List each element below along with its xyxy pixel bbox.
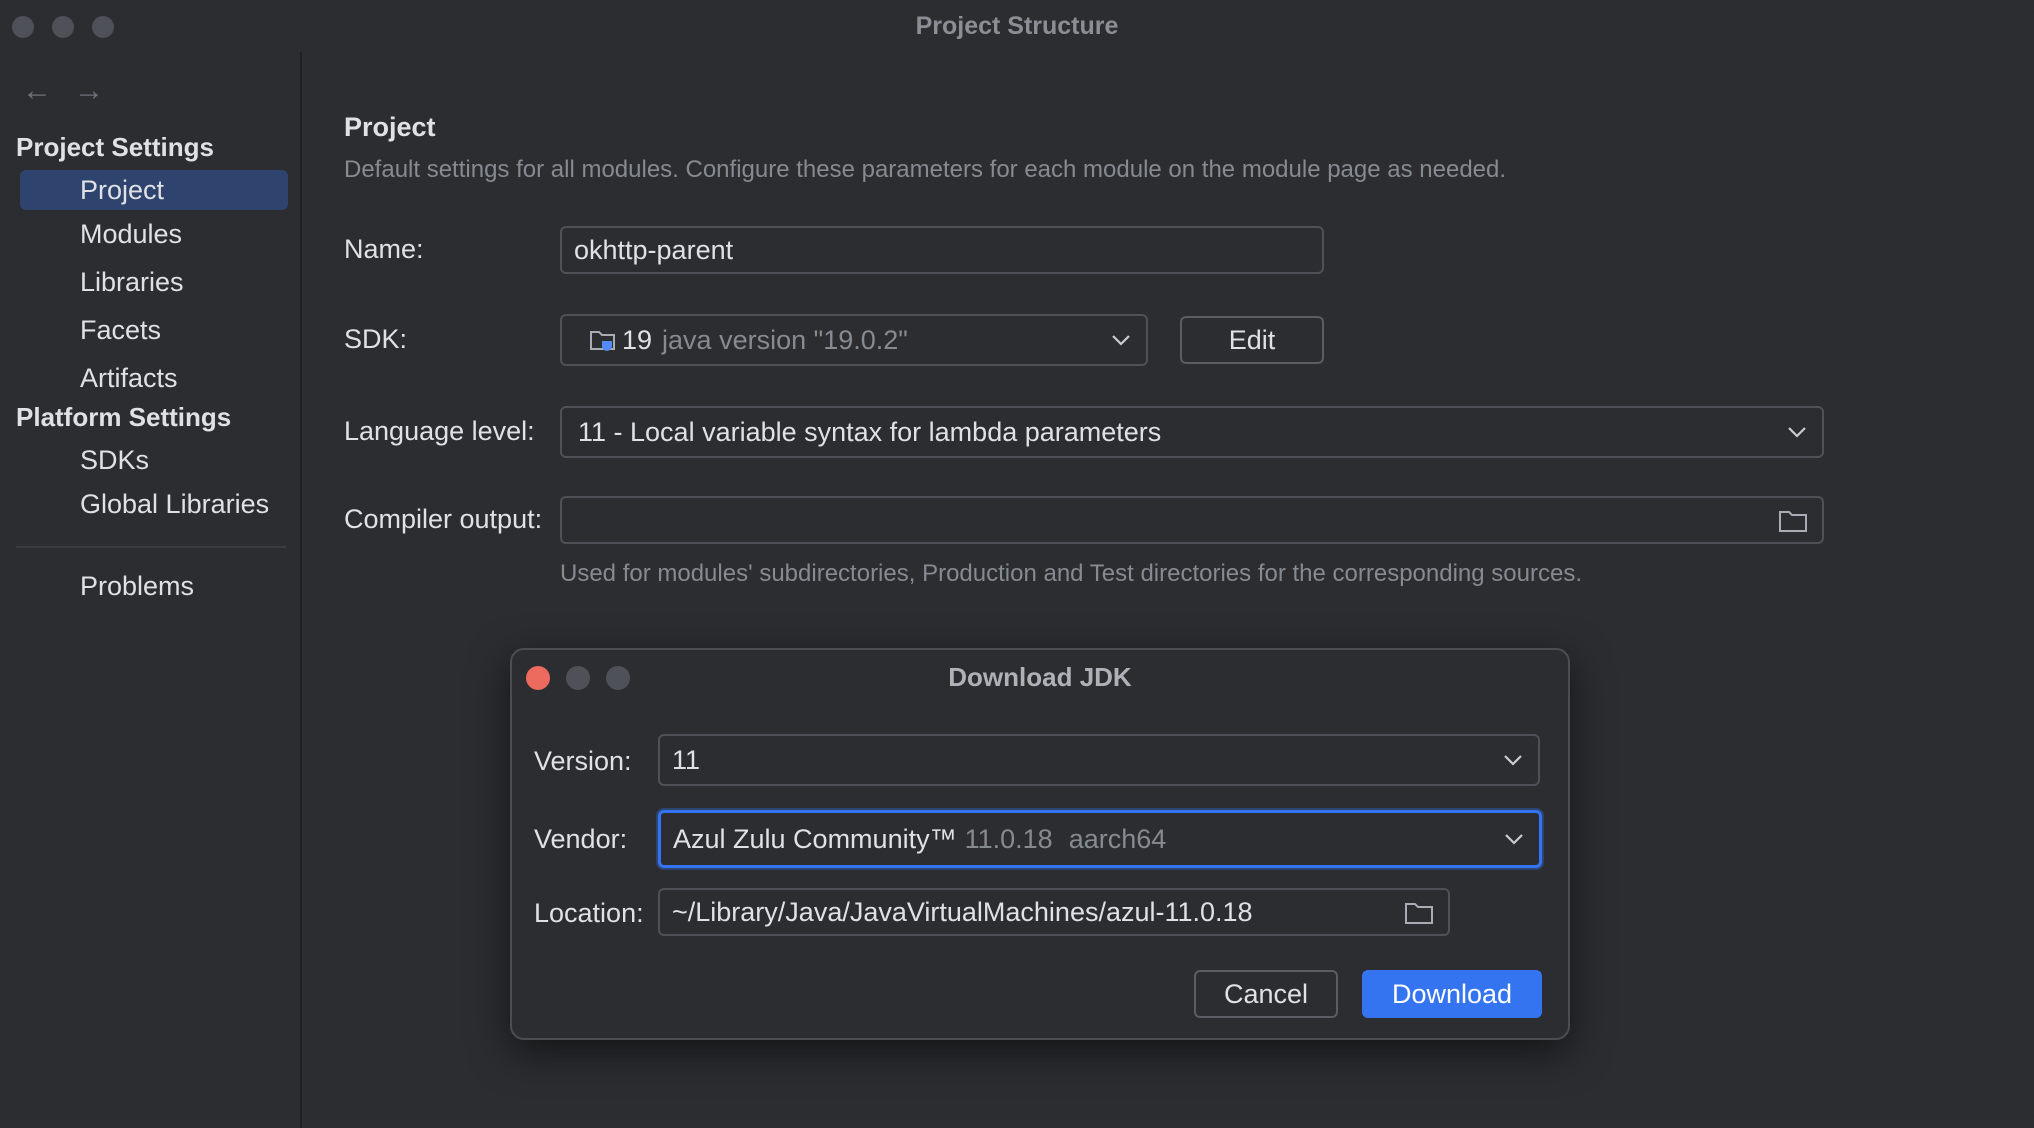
window-title: Project Structure [915, 12, 1119, 40]
sidebar-divider [16, 546, 286, 548]
project-name-input[interactable]: okhttp-parent [560, 226, 1324, 274]
vendor-arch: aarch64 [1068, 823, 1167, 854]
vendor-select[interactable]: Azul Zulu Community™ 11.0.18 aarch64 [658, 810, 1542, 868]
edit-sdk-button[interactable]: Edit [1180, 316, 1324, 364]
folder-icon[interactable] [1778, 508, 1808, 534]
version-select[interactable]: 11 [658, 734, 1540, 786]
download-jdk-dialog: Download JDK Version: 11 Vendor: Azul Zu… [510, 648, 1570, 1040]
sdk-detail: java version "19.0.2" [662, 324, 908, 355]
project-settings-header: Project Settings [16, 132, 214, 162]
compiler-output-input[interactable] [560, 496, 1824, 544]
project-name-value: okhttp-parent [574, 234, 734, 265]
sidebar-item-sdks[interactable]: SDKs [20, 440, 288, 480]
page-title: Project [344, 112, 436, 142]
sidebar-item-modules[interactable]: Modules [20, 214, 288, 254]
location-label: Location: [534, 898, 644, 928]
sidebar-item-libraries[interactable]: Libraries [20, 262, 288, 302]
vendor-value: Azul Zulu Community™ [673, 823, 957, 854]
cancel-button[interactable]: Cancel [1194, 970, 1338, 1018]
chevron-down-icon [1504, 755, 1522, 766]
page-description: Default settings for all modules. Config… [344, 156, 1507, 183]
compiler-output-hint: Used for modules' subdirectories, Produc… [560, 560, 1582, 587]
sidebar-item-global-libraries[interactable]: Global Libraries [20, 484, 288, 524]
dialog-title: Download JDK [948, 662, 1132, 692]
sidebar-item-artifacts[interactable]: Artifacts [20, 358, 288, 398]
sdk-label: SDK: [344, 324, 408, 354]
vendor-version: 11.0.18 [964, 823, 1053, 854]
sdk-select[interactable]: 19 java version "19.0.2" [560, 314, 1148, 366]
sidebar-item-project[interactable]: Project [20, 170, 288, 210]
sdk-version: 19 [622, 324, 653, 355]
language-level-value: 11 - Local variable syntax for lambda pa… [578, 416, 1162, 447]
vendor-label: Vendor: [534, 824, 628, 854]
jdk-folder-icon [590, 331, 615, 351]
version-value: 11 [672, 744, 701, 775]
back-arrow-icon[interactable]: ← [22, 74, 52, 108]
chevron-down-icon [1788, 427, 1806, 438]
title-bar: Project Structure [0, 0, 2034, 52]
compiler-output-label: Compiler output: [344, 504, 543, 534]
location-value: ~/Library/Java/JavaVirtualMachines/azul-… [672, 896, 1253, 927]
download-button[interactable]: Download [1362, 970, 1542, 1018]
version-label: Version: [534, 746, 632, 776]
language-level-select[interactable]: 11 - Local variable syntax for lambda pa… [560, 406, 1824, 458]
chevron-down-icon [1112, 335, 1130, 346]
location-input[interactable]: ~/Library/Java/JavaVirtualMachines/azul-… [658, 888, 1450, 936]
sidebar: ← → Project Settings Project Modules Lib… [0, 52, 302, 1128]
name-label: Name: [344, 234, 424, 264]
sidebar-item-problems[interactable]: Problems [20, 566, 288, 606]
forward-arrow-icon[interactable]: → [74, 74, 104, 108]
platform-settings-header: Platform Settings [16, 402, 232, 432]
folder-icon[interactable] [1404, 900, 1434, 926]
language-level-label: Language level: [344, 416, 535, 446]
chevron-down-icon [1505, 834, 1523, 845]
sidebar-item-facets[interactable]: Facets [20, 310, 288, 350]
project-structure-window: Project Structure ← → Project Settings P… [0, 0, 2034, 1128]
